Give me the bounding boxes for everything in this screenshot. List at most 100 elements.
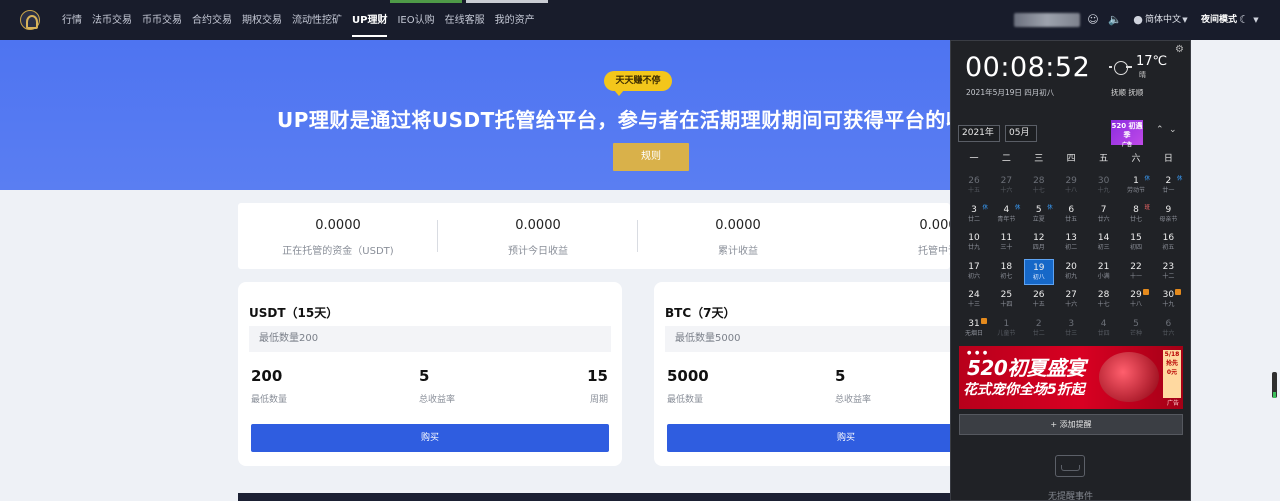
- nav-item[interactable]: 行情: [62, 0, 82, 40]
- lunar-label: 十七: [1032, 187, 1045, 194]
- calendar-day[interactable]: 30 十九: [1153, 287, 1183, 313]
- calendar-day[interactable]: 14 初三: [1089, 230, 1119, 256]
- calendar-day[interactable]: 29 十八: [1121, 287, 1151, 313]
- calendar-day[interactable]: 10 廿九: [959, 230, 989, 256]
- calendar-day[interactable]: 12 四月: [1024, 230, 1054, 256]
- calendar-day[interactable]: 31 无烟日: [959, 316, 989, 342]
- day-number: 10: [968, 233, 980, 244]
- calendar-day[interactable]: 6 廿六: [1153, 316, 1183, 342]
- nav-item[interactable]: UP理财: [352, 0, 388, 40]
- calendar-day[interactable]: 1 儿童节: [991, 316, 1021, 342]
- gift-icon: [981, 318, 987, 324]
- nav-item[interactable]: 在线客服: [445, 0, 485, 40]
- gift-icon: [1175, 289, 1182, 296]
- user-account-blurred[interactable]: [1014, 13, 1080, 27]
- calendar-day-today[interactable]: 19 初八: [1023, 258, 1054, 285]
- calendar-day[interactable]: 26 十五: [1024, 287, 1054, 313]
- holiday-tag: 休: [1014, 204, 1021, 211]
- chevron-down-icon[interactable]: ⌄: [1169, 125, 1177, 135]
- calendar-day[interactable]: 2 廿一休: [1153, 173, 1183, 199]
- site-logo[interactable]: [20, 10, 40, 30]
- calendar-day[interactable]: 6 廿五: [1056, 202, 1086, 228]
- weekday-label: 四: [1066, 154, 1076, 164]
- lunar-label: 廿三: [1065, 330, 1078, 337]
- buy-button[interactable]: 购买: [251, 424, 609, 452]
- lunar-label: 初七: [1000, 272, 1013, 280]
- calendar-day[interactable]: 5 芒种: [1121, 316, 1151, 342]
- night-mode-toggle[interactable]: 夜间模式: [1201, 12, 1237, 28]
- calendar-day[interactable]: 7 廿六: [1089, 202, 1119, 228]
- hero-banner: 天天赚不停 UP理财是通过将USDT托管给平台，参与者在活期理财期间可获得平台的…: [0, 40, 950, 190]
- speaker-icon[interactable]: 🔈: [1108, 13, 1122, 27]
- weather-condition: 晴: [1139, 71, 1146, 79]
- calendar-day[interactable]: 11 三十: [991, 230, 1021, 256]
- calendar-day[interactable]: 13 初二: [1056, 230, 1086, 256]
- lunar-label: 十五: [967, 187, 980, 194]
- calendar-day[interactable]: 2 廿二: [1024, 316, 1054, 342]
- chevron-down-icon[interactable]: ▼: [1178, 13, 1192, 27]
- rules-button[interactable]: 规则: [613, 143, 689, 171]
- weather-location[interactable]: 抚顺 抚顺: [1111, 87, 1143, 98]
- day-number: 6: [1068, 204, 1075, 215]
- month-select[interactable]: 05月: [1005, 125, 1037, 142]
- nav-item[interactable]: 合约交易: [192, 0, 232, 40]
- day-number: 27: [1065, 290, 1077, 301]
- calendar-day[interactable]: 26 十五: [959, 173, 989, 199]
- calendar-day[interactable]: 29 十八: [1056, 173, 1086, 199]
- nav-item[interactable]: 流动性挖矿: [292, 0, 342, 40]
- language-selector[interactable]: 简体中文: [1145, 12, 1181, 28]
- calendar-day[interactable]: 16 初五: [1153, 230, 1183, 256]
- nav-item[interactable]: IEO认购: [397, 0, 434, 40]
- calendar-day[interactable]: 5 立夏休: [1024, 202, 1054, 228]
- add-reminder-button[interactable]: + 添加提醒: [959, 414, 1183, 435]
- calendar-day[interactable]: 1 劳动节休: [1121, 173, 1151, 199]
- promo-ad-small[interactable]: 520 初遇季 广告: [1111, 120, 1143, 148]
- calendar-day[interactable]: 28 十七: [1089, 287, 1119, 313]
- calendar-day[interactable]: 4 青年节休: [991, 202, 1021, 228]
- day-number: 7: [1100, 204, 1107, 215]
- day-number: 11: [1000, 233, 1013, 244]
- calendar-day[interactable]: 27 十六: [1056, 287, 1086, 313]
- calendar-day[interactable]: 21 小满: [1089, 259, 1119, 285]
- calendar-day[interactable]: 30 十九: [1089, 173, 1119, 199]
- day-number: 3: [1068, 319, 1075, 329]
- calendar-day[interactable]: 28 十七: [1024, 173, 1054, 199]
- min-amount-label: 最低数量: [667, 395, 704, 405]
- gear-icon[interactable]: ⚙: [1175, 44, 1184, 55]
- lunar-label: 初五: [1162, 244, 1175, 252]
- calendar-day[interactable]: 15 初四: [1121, 230, 1151, 256]
- cycle-value: 15: [587, 367, 608, 385]
- total-rate-label: 总收益率: [835, 395, 872, 405]
- chevron-down-icon[interactable]: ▼: [1249, 13, 1263, 27]
- calendar-day[interactable]: 20 初九: [1056, 259, 1086, 285]
- calendar-day[interactable]: 18 初七: [991, 259, 1021, 285]
- promo-banner-ad[interactable]: ● ● ● 520初夏盛宴 花式宠你全场5折起 5/18 抢先 0元 广告: [959, 346, 1183, 409]
- calendar-day[interactable]: 27 十六: [991, 173, 1021, 199]
- calendar-day[interactable]: 25 十四: [991, 287, 1021, 313]
- nav-item[interactable]: 期权交易: [242, 0, 282, 40]
- nav-item[interactable]: 我的资产: [495, 0, 535, 40]
- calendar-day[interactable]: 9 母亲节: [1153, 202, 1183, 228]
- cycle-label: 周期: [589, 395, 608, 405]
- calendar-day[interactable]: 3 廿三: [1056, 316, 1086, 342]
- calendar-day[interactable]: 17 初六: [959, 259, 989, 285]
- calendar-day[interactable]: 8 廿七班: [1121, 202, 1151, 228]
- calendar-day[interactable]: 22 十一: [1121, 259, 1151, 285]
- calendar-day[interactable]: 23 十二: [1153, 259, 1183, 285]
- day-number: 20: [1065, 261, 1077, 272]
- year-select[interactable]: 2021年: [958, 125, 1000, 142]
- calendar-day[interactable]: 3 廿二休: [959, 202, 989, 228]
- side-widget-handle[interactable]: [1272, 372, 1277, 398]
- user-icon[interactable]: ☺: [1086, 13, 1100, 27]
- product-card-usdt: USDT（15天） 最低数量200 200 最低数量 5 总收益率 15 周期 …: [238, 282, 622, 466]
- nav-item[interactable]: 币币交易: [142, 0, 182, 40]
- lunar-label: 初九: [1065, 272, 1078, 280]
- calendar-day[interactable]: 24 十三: [959, 287, 989, 313]
- day-number: 26: [968, 176, 980, 186]
- chevron-up-icon[interactable]: ⌃: [1156, 125, 1164, 135]
- calendar-grid: 26 十五 27 十六 28 十七 29 十八 30 十九 1 劳动节休 2 廿一休 3 廿二休 4 青年节休 5 立…: [958, 173, 1186, 343]
- gift-icon: [1143, 289, 1149, 296]
- day-number: 13: [1065, 233, 1077, 244]
- nav-item[interactable]: 法币交易: [92, 0, 132, 40]
- calendar-day[interactable]: 4 廿四: [1089, 316, 1119, 342]
